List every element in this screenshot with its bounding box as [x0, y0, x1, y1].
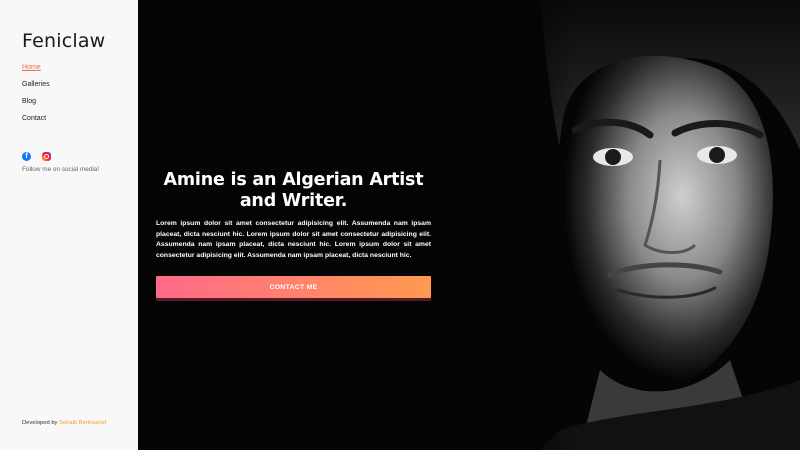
- sidebar: Feniclaw Home Galleries Blog Contact f F…: [0, 0, 138, 450]
- facebook-icon[interactable]: f: [22, 151, 31, 161]
- nav-item-home-label[interactable]: Home: [22, 64, 41, 71]
- nav-item-blog-label[interactable]: Blog: [22, 98, 36, 105]
- developer-credit: Developed by Sohaib Benhsaind: [22, 420, 106, 426]
- social-links: f: [22, 150, 138, 162]
- social-note: Follow me on social media!: [22, 166, 100, 173]
- instagram-icon[interactable]: [42, 151, 51, 161]
- hero-title: Amine is an Algerian Artist and Writer.: [163, 170, 424, 211]
- nav-item-galleries-label[interactable]: Galleries: [22, 81, 50, 88]
- nav-item-contact[interactable]: Contact: [22, 114, 138, 131]
- sidebar-nav: Home Galleries Blog Contact: [22, 63, 138, 131]
- nav-item-contact-label[interactable]: Contact: [22, 115, 46, 122]
- credit-author-link[interactable]: Sohaib Benhsaind: [59, 420, 106, 426]
- site-brand[interactable]: Feniclaw: [22, 30, 138, 52]
- hero-content: Amine is an Algerian Artist and Writer. …: [156, 170, 431, 298]
- nav-item-galleries[interactable]: Galleries: [22, 80, 138, 97]
- contact-me-button[interactable]: CONTACT ME: [156, 276, 431, 298]
- nav-item-home[interactable]: Home: [22, 63, 138, 80]
- hero-section: Amine is an Algerian Artist and Writer. …: [138, 0, 800, 450]
- nav-item-blog[interactable]: Blog: [22, 97, 138, 114]
- portrait-photo: [500, 0, 800, 450]
- hero-description: Lorem ipsum dolor sit amet consectetur a…: [156, 220, 431, 259]
- page: Feniclaw Home Galleries Blog Contact f F…: [0, 0, 800, 450]
- credit-prefix: Developed by: [22, 420, 58, 426]
